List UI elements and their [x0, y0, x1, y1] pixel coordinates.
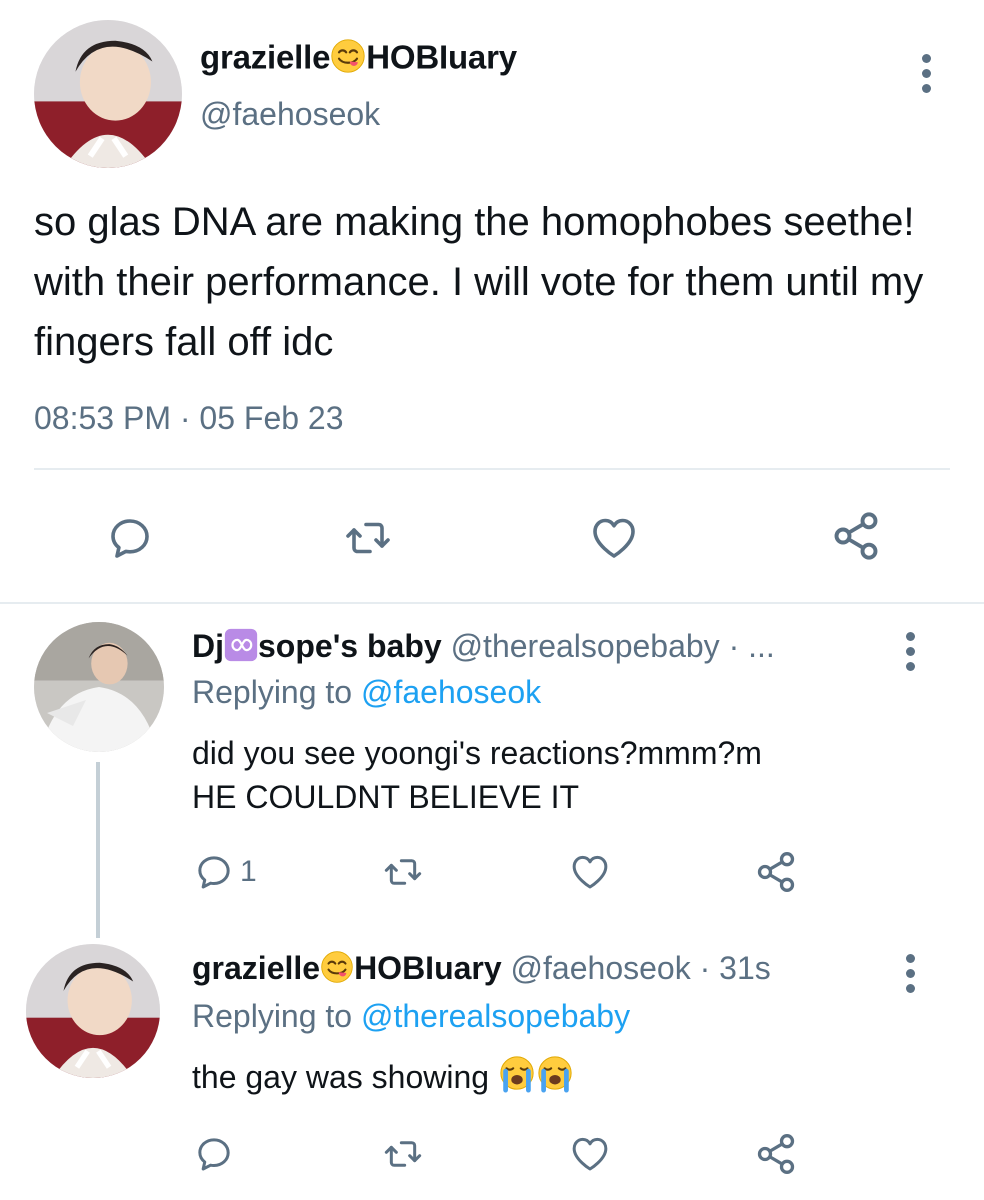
tweet-timestamp[interactable]: 08:53 PM · 05 Feb 23 — [34, 400, 344, 437]
share-icon — [830, 510, 882, 562]
infinity-emoji — [224, 628, 258, 662]
reply2-handle-meta: @faehoseok · 31s — [510, 950, 771, 986]
author-name-suffix: HOBIuary — [366, 38, 517, 76]
retweet-icon — [380, 1134, 426, 1174]
yum-emoji — [320, 950, 354, 984]
more-icon[interactable] — [904, 632, 916, 677]
reply-icon — [106, 514, 154, 562]
like-button[interactable] — [568, 852, 612, 892]
like-button[interactable] — [588, 514, 640, 562]
retweet-button[interactable] — [380, 1134, 426, 1174]
reply2-text: the gay was showing — [192, 1055, 574, 1099]
like-icon — [568, 1134, 612, 1174]
replying-to-link[interactable]: @therealsopebaby — [361, 998, 630, 1034]
more-icon[interactable] — [904, 954, 916, 999]
reply2-text-body: the gay was showing — [192, 1058, 490, 1095]
avatar-grazielle[interactable] — [34, 20, 182, 168]
retweet-button[interactable] — [380, 852, 426, 892]
reply1-header[interactable]: Dj sope's baby @therealsopebaby · ... — [192, 628, 775, 665]
avatar-photo — [34, 20, 182, 168]
reply1-replying-to: Replying to @faehoseok — [192, 674, 541, 711]
section-divider — [0, 602, 984, 604]
divider — [34, 468, 950, 470]
reply1-name-suffix: sope's baby — [258, 628, 442, 664]
reply-button[interactable]: 1 — [194, 852, 257, 892]
avatar-grazielle[interactable] — [26, 944, 160, 1078]
retweet-button[interactable] — [340, 514, 396, 562]
yum-emoji — [330, 38, 366, 74]
reply-button[interactable] — [194, 1134, 234, 1174]
reply1-name-prefix: Dj — [192, 628, 224, 664]
reply-icon — [194, 852, 234, 892]
reply1-text-line1: did you see yoongi's reactions?mmm?m — [192, 735, 762, 771]
avatar-photo — [26, 944, 160, 1078]
author-display-name: grazielle — [200, 38, 331, 76]
like-icon — [568, 852, 612, 892]
reply-icon — [194, 1134, 234, 1174]
reply1-handle-meta: @therealsopebaby · ... — [450, 628, 775, 664]
reply2-name-prefix: grazielle — [192, 950, 321, 986]
loudly-crying-emoji — [536, 1055, 574, 1093]
reply2-header[interactable]: grazielle HOBIuary @faehoseok · 31s — [192, 950, 771, 987]
reply2-replying-to: Replying to @therealsopebaby — [192, 998, 630, 1035]
share-button[interactable] — [754, 850, 798, 894]
like-icon — [588, 514, 640, 562]
thread-connector — [96, 762, 100, 938]
replying-label: Replying to — [192, 998, 353, 1034]
share-icon — [754, 850, 798, 894]
share-button[interactable] — [830, 510, 882, 562]
replying-label: Replying to — [192, 674, 353, 710]
reply2-name-suffix: HOBIuary — [354, 950, 502, 986]
more-icon[interactable] — [920, 54, 932, 99]
retweet-icon — [340, 514, 396, 562]
reply1-text-line2: HE COULDNT BELIEVE IT — [192, 779, 580, 815]
retweet-icon — [380, 852, 426, 892]
share-icon — [754, 1132, 798, 1176]
share-button[interactable] — [754, 1132, 798, 1176]
loudly-crying-emoji — [498, 1055, 536, 1093]
replying-to-link[interactable]: @faehoseok — [361, 674, 541, 710]
like-button[interactable] — [568, 1134, 612, 1174]
reply-button[interactable] — [106, 514, 154, 562]
author-name[interactable]: grazielle HOBIuary — [200, 38, 517, 77]
author-handle[interactable]: @faehoseok — [200, 96, 380, 133]
tweet-text: so glas DNA are making the homophobes se… — [34, 200, 924, 364]
avatar-dj[interactable] — [34, 622, 164, 752]
reply-count: 1 — [240, 855, 257, 888]
avatar-photo — [34, 622, 164, 752]
